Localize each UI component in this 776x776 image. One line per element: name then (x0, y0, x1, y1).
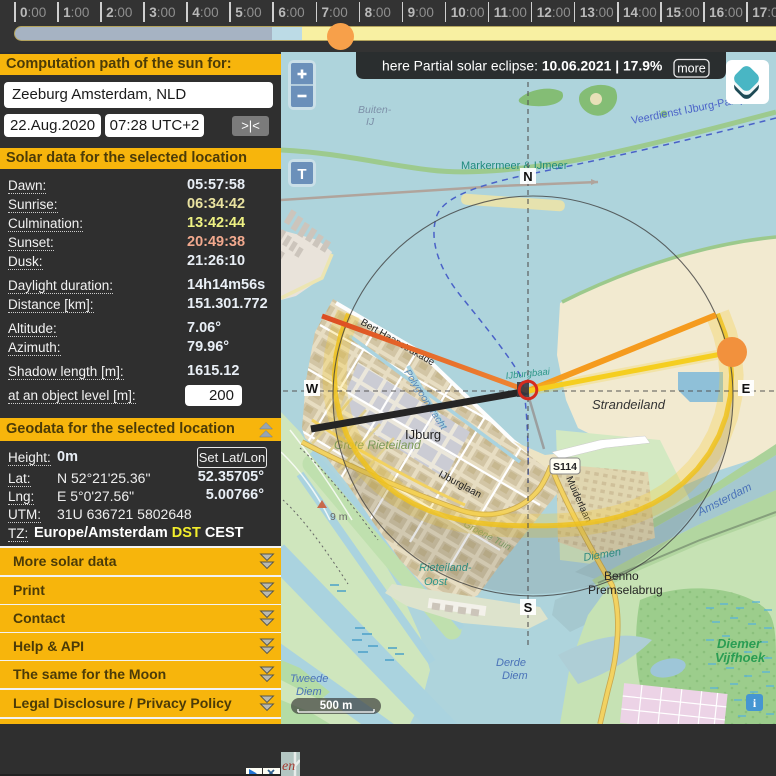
svg-text:W: W (306, 381, 319, 396)
svg-text:9 m: 9 m (330, 511, 348, 523)
svg-text:N: N (523, 169, 532, 184)
svg-text:Tweede: Tweede (290, 673, 328, 685)
svg-text:en: en (282, 759, 295, 774)
svg-text:E: E (742, 381, 751, 396)
svg-text:IJ: IJ (366, 116, 375, 128)
svg-text:S: S (524, 600, 533, 615)
svg-text:Markermeer & IJmeer: Markermeer & IJmeer (461, 160, 568, 172)
svg-text:Diemer: Diemer (717, 636, 762, 651)
svg-text:Diem: Diem (296, 686, 322, 698)
svg-text:Strandeiland: Strandeiland (592, 397, 666, 412)
svg-text:Buiten-: Buiten- (358, 104, 392, 116)
svg-text:more: more (677, 62, 706, 76)
svg-text:T: T (297, 166, 306, 183)
svg-text:Derde: Derde (496, 657, 526, 669)
svg-text:Vijfhoek: Vijfhoek (715, 650, 766, 665)
svg-text:here Partial solar eclipse: 10: here Partial solar eclipse: 10.06.2021 |… (382, 58, 662, 74)
svg-text:S114: S114 (553, 461, 577, 473)
svg-text:Diem: Diem (502, 670, 528, 682)
svg-text:Oost: Oost (424, 576, 448, 588)
svg-text:500 m: 500 m (320, 700, 353, 712)
